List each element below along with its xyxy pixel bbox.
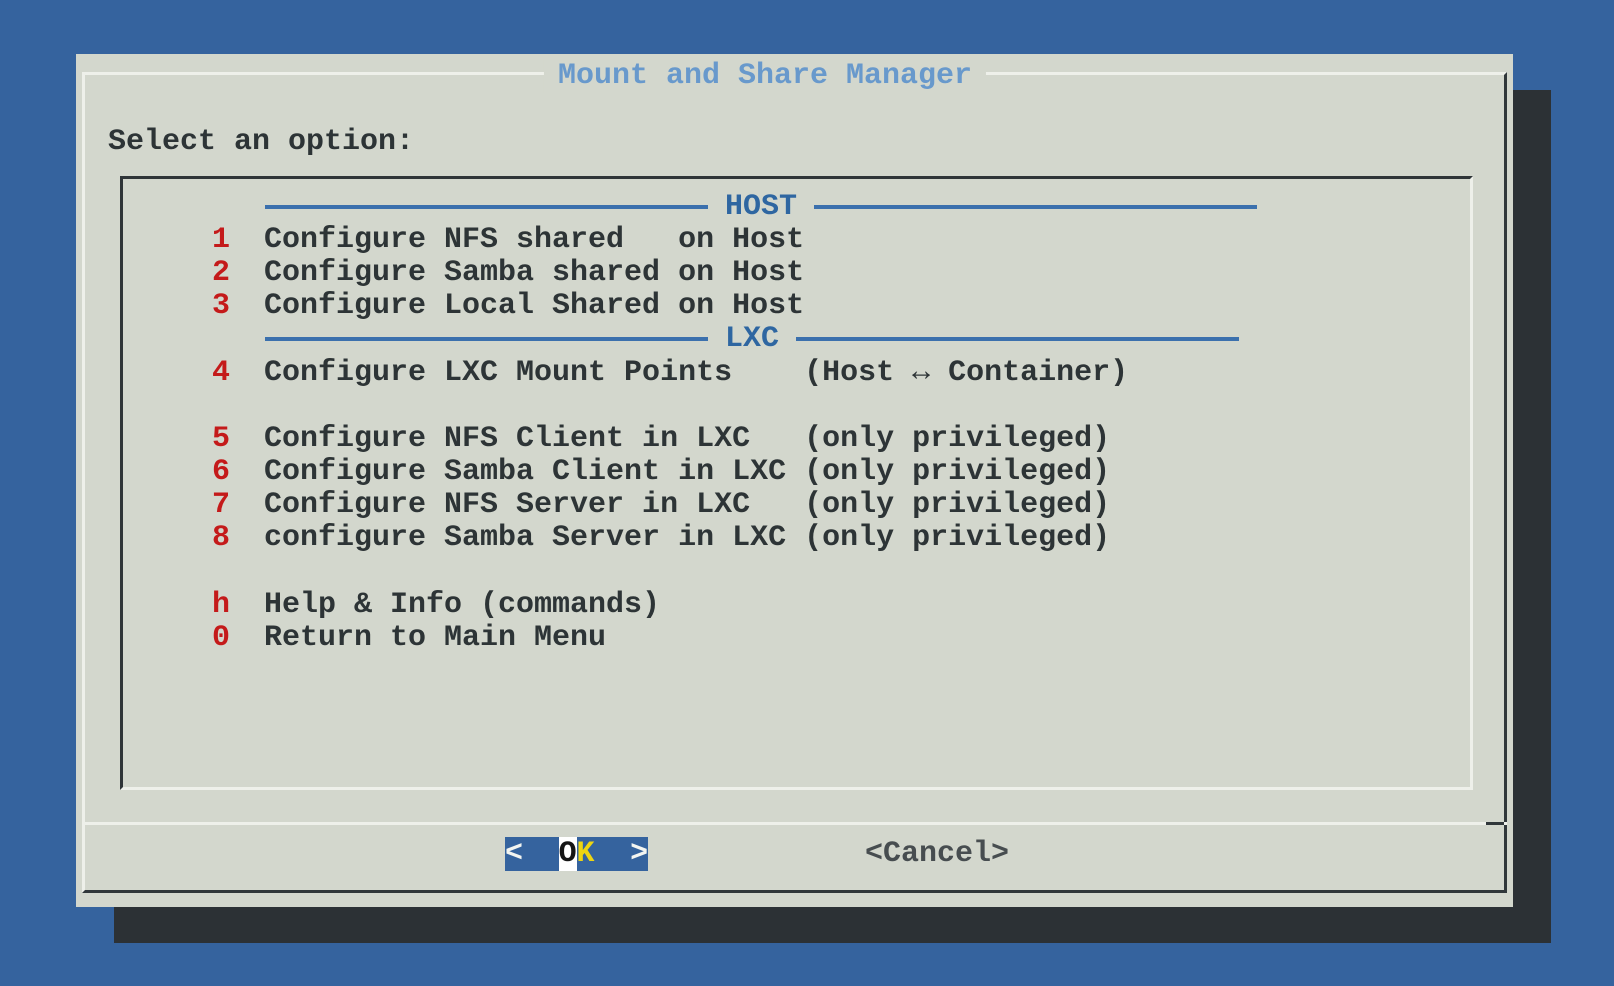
menu-item-7[interactable]: 7 Configure NFS Server in LXC (only privi… xyxy=(123,489,1470,522)
menu-item-tag: 6 xyxy=(212,455,230,489)
ok-button-left-bracket: < xyxy=(505,837,523,871)
menu-item-tag: 7 xyxy=(212,488,230,522)
terminal-screen: { "window": { "title": "Mount and Share … xyxy=(0,0,1614,986)
menu-blank-row xyxy=(123,389,1470,422)
menu-blank-row xyxy=(123,555,1470,588)
menu-item-1[interactable]: 1 Configure NFS shared on Host xyxy=(123,223,1470,256)
menu-item-tag: 2 xyxy=(212,256,230,290)
menu-item-label: configure Samba Server in LXC (only priv… xyxy=(264,521,1110,555)
menu-item-tag: 8 xyxy=(212,521,230,555)
separator-line xyxy=(796,337,1239,341)
button-area-separator xyxy=(82,822,1507,825)
menu-item-tag: 1 xyxy=(212,223,230,257)
dialog-window: Mount and Share Manager Select an option… xyxy=(76,54,1513,907)
menu-item-tag: 0 xyxy=(212,621,230,655)
ok-button-right-bracket: > xyxy=(630,837,648,871)
ok-button-pad xyxy=(523,837,541,871)
menu-item-label: Configure Samba Client in LXC (only priv… xyxy=(264,455,1110,489)
menu-item-tag: h xyxy=(212,588,230,622)
button-area-separator-end xyxy=(1486,822,1504,825)
menu-item-label: Configure NFS Server in LXC (only privil… xyxy=(264,488,1110,522)
ok-button-pad xyxy=(612,837,630,871)
ok-button-cursor-cell: O xyxy=(559,837,577,871)
menu-item-h[interactable]: h Help & Info (commands) xyxy=(123,588,1470,621)
menu-item-6[interactable]: 6 Configure Samba Client in LXC (only pri… xyxy=(123,456,1470,489)
ok-button[interactable]: < O K > xyxy=(505,837,648,871)
menu-item-5[interactable]: 5 Configure NFS Client in LXC (only privi… xyxy=(123,422,1470,455)
ok-button-pad xyxy=(594,837,612,871)
separator-line xyxy=(814,205,1257,209)
dialog-title: Mount and Share Manager xyxy=(544,60,986,93)
separator-line xyxy=(265,205,708,209)
menu-item-tag: 3 xyxy=(212,289,230,323)
section-label: LXC xyxy=(708,322,796,356)
menu-item-label: Configure Samba shared on Host xyxy=(264,256,804,290)
menu-item-label: Configure NFS shared on Host xyxy=(264,223,804,257)
menu-item-tag: 4 xyxy=(212,356,230,390)
menu-list: HOST 1 Configure NFS shared on Host 2 Config… xyxy=(120,176,1473,790)
section-separator-host: HOST xyxy=(265,190,1257,223)
menu-item-3[interactable]: 3 Configure Local Shared on Host xyxy=(123,290,1470,323)
menu-item-0[interactable]: 0 Return to Main Menu xyxy=(123,621,1470,654)
ok-button-label-rest: K xyxy=(577,837,595,871)
menu-item-8[interactable]: 8 configure Samba Server in LXC (only pri… xyxy=(123,522,1470,555)
separator-line xyxy=(265,337,708,341)
menu-item-tag: 5 xyxy=(212,422,230,456)
menu-item-label: Configure NFS Client in LXC (only privil… xyxy=(264,422,1110,456)
section-label: HOST xyxy=(708,190,814,224)
menu-item-4[interactable]: 4 Configure LXC Mount Points (Host ↔ Cont… xyxy=(123,356,1470,389)
menu-item-label: Configure LXC Mount Points (Host ↔ Conta… xyxy=(264,356,1128,390)
prompt-text: Select an option: xyxy=(108,126,414,159)
menu-item-label: Help & Info (commands) xyxy=(264,588,660,622)
menu-item-label: Configure Local Shared on Host xyxy=(264,289,804,323)
section-separator-lxc: LXC xyxy=(265,323,1239,356)
ok-button-pad xyxy=(541,837,559,871)
cancel-button[interactable]: <Cancel> xyxy=(865,837,1009,871)
menu-item-label: Return to Main Menu xyxy=(264,621,606,655)
menu-item-2[interactable]: 2 Configure Samba shared on Host xyxy=(123,256,1470,289)
